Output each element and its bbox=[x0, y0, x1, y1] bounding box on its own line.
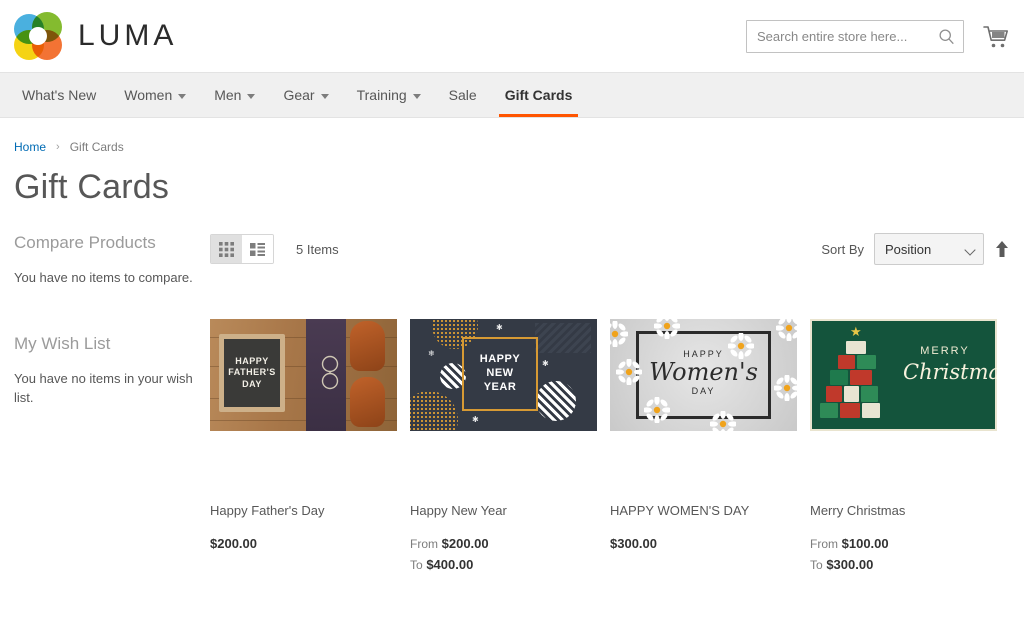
christmas-text: MERRY Christmas! bbox=[903, 345, 997, 384]
brand-name: LUMA bbox=[78, 19, 178, 52]
product-list-area: 5 Items Sort By Position HAPPY FATHER'S … bbox=[210, 233, 1010, 575]
product-image[interactable]: ❄ ✱ ✱ ✱ HAPPY NEW YEAR bbox=[410, 319, 597, 431]
search-icon[interactable] bbox=[938, 28, 955, 45]
product-image[interactable]: ★ MERRY Christm bbox=[810, 319, 997, 431]
christmas-card-art: ★ MERRY Christm bbox=[810, 319, 997, 431]
nav-label: What's New bbox=[22, 87, 97, 103]
wishlist-empty-text: You have no items in your wish list. bbox=[14, 370, 193, 405]
glasses-icon bbox=[321, 355, 339, 390]
nav-item-gift-cards[interactable]: Gift Cards bbox=[491, 73, 587, 117]
price-from-value: $100.00 bbox=[841, 535, 889, 551]
product-image[interactable]: HAPPY FATHER'S DAY bbox=[210, 319, 397, 431]
shopping-cart-icon[interactable] bbox=[982, 24, 1010, 50]
chalkboard-text: HAPPY FATHER'S DAY bbox=[219, 334, 285, 412]
price-from-label: From bbox=[810, 536, 838, 551]
wishlist-title: My Wish List bbox=[14, 333, 111, 353]
product-name[interactable]: Happy Father's Day bbox=[210, 503, 397, 520]
chevron-down-icon bbox=[178, 93, 187, 99]
nav-item-whats-new[interactable]: What's New bbox=[8, 73, 110, 117]
nav-item-gear[interactable]: Gear bbox=[269, 73, 342, 117]
chevron-down-icon bbox=[247, 93, 256, 99]
breadcrumb-current: Gift Cards bbox=[69, 140, 124, 154]
luma-flower-logo-icon bbox=[14, 12, 62, 60]
breadcrumb: Home › Gift Cards bbox=[14, 140, 1010, 154]
price-to-value: $300.00 bbox=[826, 556, 874, 572]
list-view-button[interactable] bbox=[242, 235, 273, 263]
chevron-down-icon bbox=[964, 244, 976, 256]
nav-label: Gear bbox=[283, 87, 315, 103]
product-price: $300.00 bbox=[610, 534, 797, 555]
product-grid: HAPPY FATHER'S DAY Happy Father's Day $2… bbox=[210, 319, 1010, 575]
fathers-day-card-art: HAPPY FATHER'S DAY bbox=[210, 319, 397, 431]
product-image[interactable]: HAPPY Women's DAY bbox=[610, 319, 797, 431]
price-to-value: $400.00 bbox=[426, 556, 474, 572]
product-item[interactable]: ★ MERRY Christm Merry Christmas From $10… bbox=[810, 319, 997, 575]
price-from-value: $200.00 bbox=[441, 535, 489, 551]
list-view-icon bbox=[250, 242, 265, 256]
product-price: From $100.00 To $300.00 bbox=[810, 534, 997, 576]
price-value: $200.00 bbox=[210, 535, 257, 551]
view-mode-switcher bbox=[210, 234, 274, 264]
main-navigation: What's New Women Men Gear Training Sale … bbox=[0, 72, 1024, 118]
product-price: $200.00 bbox=[210, 534, 397, 555]
daisy-icon bbox=[776, 319, 797, 341]
nav-label: Men bbox=[214, 87, 242, 103]
product-name[interactable]: Happy New Year bbox=[410, 503, 597, 520]
nav-label: Women bbox=[124, 87, 173, 103]
breadcrumb-home[interactable]: Home bbox=[14, 140, 46, 154]
product-item[interactable]: ❄ ✱ ✱ ✱ HAPPY NEW YEAR Happy New Year Fr… bbox=[410, 319, 597, 575]
nav-item-men[interactable]: Men bbox=[200, 73, 269, 117]
chevron-down-icon bbox=[412, 93, 421, 99]
sort-by-value: Position bbox=[885, 241, 932, 257]
sidebar: Compare Products You have no items to co… bbox=[14, 233, 210, 575]
sort-by-label: Sort By bbox=[821, 241, 864, 257]
product-name[interactable]: HAPPY WOMEN'S DAY bbox=[610, 503, 797, 520]
search-box[interactable] bbox=[746, 20, 964, 53]
product-item[interactable]: HAPPY FATHER'S DAY Happy Father's Day $2… bbox=[210, 319, 397, 575]
womens-day-text: HAPPY Women's DAY bbox=[649, 349, 758, 397]
new-year-card-art: ❄ ✱ ✱ ✱ HAPPY NEW YEAR bbox=[410, 319, 597, 431]
nav-label: Gift Cards bbox=[504, 87, 573, 103]
header-actions bbox=[746, 20, 1010, 53]
daisy-icon bbox=[644, 397, 670, 423]
product-toolbar: 5 Items Sort By Position bbox=[210, 233, 1010, 265]
price-value: $300.00 bbox=[610, 535, 657, 551]
site-header: LUMA bbox=[0, 0, 1024, 72]
daisy-icon bbox=[654, 319, 680, 339]
grid-view-button[interactable] bbox=[211, 235, 242, 263]
new-year-frame-text: HAPPY NEW YEAR bbox=[462, 337, 538, 411]
price-to-label: To bbox=[810, 557, 823, 572]
grid-view-icon bbox=[219, 241, 234, 257]
price-to-label: To bbox=[410, 557, 423, 572]
daisy-icon bbox=[710, 411, 736, 431]
items-count: 5 Items bbox=[296, 241, 339, 257]
star-icon: ★ bbox=[850, 324, 862, 339]
compare-products-title: Compare Products bbox=[14, 233, 156, 252]
logo[interactable]: LUMA bbox=[14, 12, 177, 60]
price-from-label: From bbox=[410, 536, 438, 551]
product-name[interactable]: Merry Christmas bbox=[810, 503, 997, 520]
sort-direction-ascending-button[interactable] bbox=[994, 239, 1010, 259]
page-body: Home › Gift Cards Gift Cards Compare Pro… bbox=[0, 140, 1024, 575]
nav-item-training[interactable]: Training bbox=[343, 73, 435, 117]
daisy-icon bbox=[610, 321, 628, 347]
breadcrumb-separator-icon: › bbox=[56, 141, 60, 153]
search-input[interactable] bbox=[747, 21, 963, 52]
product-item[interactable]: HAPPY Women's DAY HAPPY WOMEN'S DAY $300… bbox=[610, 319, 797, 575]
nav-label: Sale bbox=[448, 87, 477, 103]
compare-products-empty-text: You have no items to compare. bbox=[14, 270, 193, 285]
chevron-down-icon bbox=[320, 93, 329, 99]
nav-label: Training bbox=[356, 87, 407, 103]
sort-controls: Sort By Position bbox=[821, 233, 1010, 265]
sort-by-select[interactable]: Position bbox=[874, 233, 984, 265]
nav-item-women[interactable]: Women bbox=[110, 73, 200, 117]
product-price: From $200.00 To $400.00 bbox=[410, 534, 597, 576]
page-title: Gift Cards bbox=[14, 168, 170, 206]
womens-day-card-art: HAPPY Women's DAY bbox=[610, 319, 797, 431]
nav-item-sale[interactable]: Sale bbox=[435, 73, 491, 117]
